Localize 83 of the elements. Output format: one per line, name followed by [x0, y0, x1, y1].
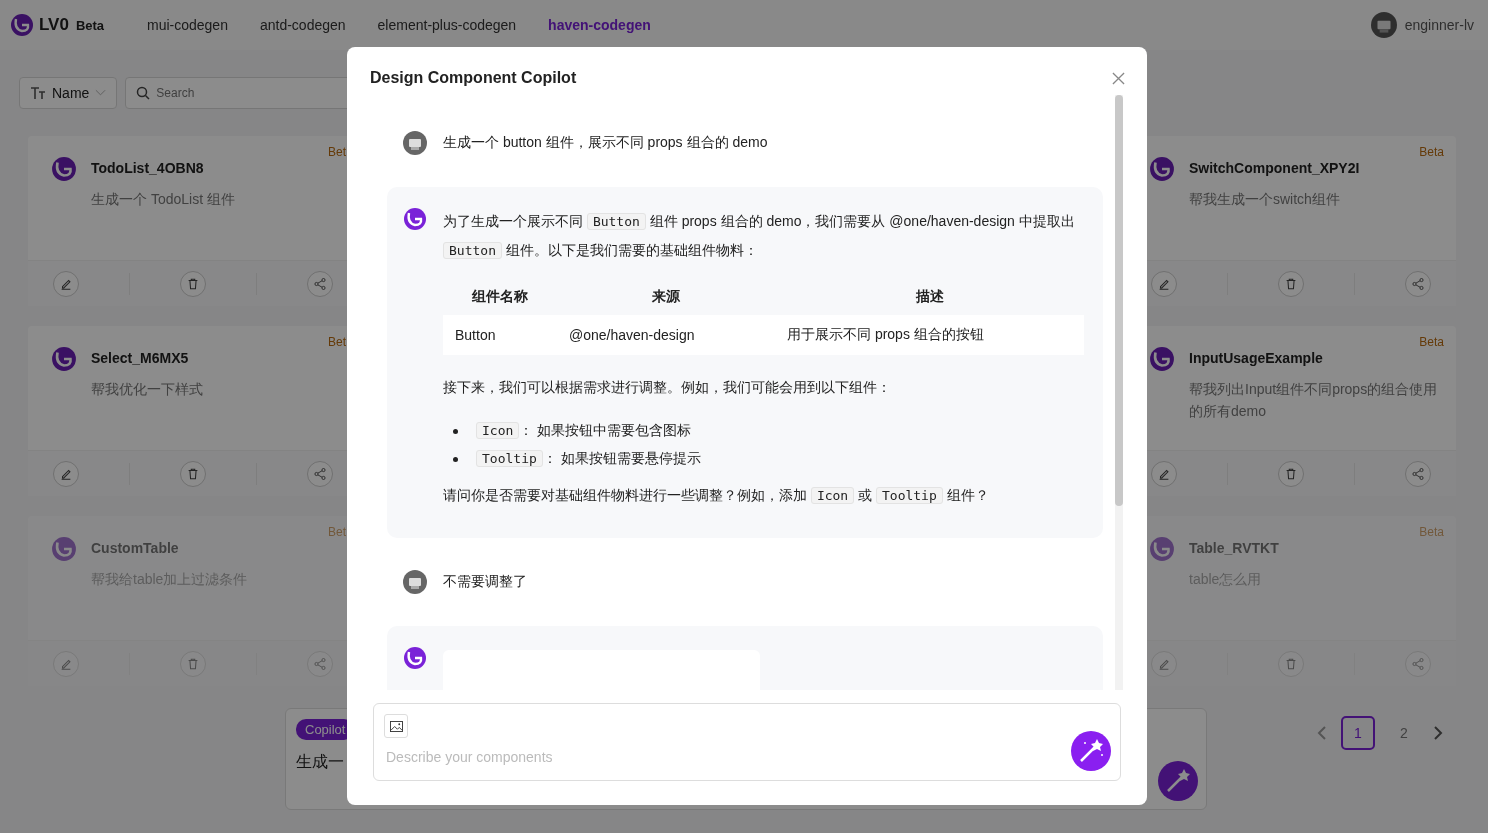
share-icon — [313, 466, 327, 481]
share-icon — [1411, 276, 1425, 291]
chevron-down-icon — [95, 89, 107, 97]
brand-name: LV0 — [39, 15, 69, 35]
delete-button[interactable] — [180, 270, 206, 297]
logo-icon — [51, 346, 77, 372]
delete-button[interactable] — [180, 460, 206, 487]
delete-button[interactable] — [1278, 270, 1304, 297]
user-avatar — [403, 570, 427, 594]
card-description: 生成一个 TodoList 组件 — [91, 190, 236, 209]
beta-tag: Bet — [328, 525, 346, 539]
nav-tab[interactable]: antd-codegen — [259, 17, 346, 33]
trash-icon — [186, 276, 200, 291]
share-button[interactable] — [1405, 460, 1431, 487]
message-text: 不需要调整了 — [443, 573, 527, 591]
edit-button[interactable] — [53, 460, 79, 487]
logo-icon — [403, 207, 427, 231]
card-title: InputUsageExample — [1189, 350, 1324, 366]
beta-tag: Beta — [1419, 335, 1444, 349]
message-text: 接下来，我们可以根据需求进行调整。例如，我们可能会用到以下组件： — [443, 378, 892, 397]
message-text: 请问你是否需要对基础组件物料进行一些调整？例如，添加 Icon 或 Tooltip 组件？ — [443, 486, 990, 506]
nav-tab[interactable]: mui-codegen — [147, 17, 228, 33]
share-button[interactable] — [307, 460, 333, 487]
card-description: 帮我列出Input组件不同props的组合使用的所有demo — [1189, 380, 1439, 421]
search-icon — [136, 86, 151, 100]
page-button[interactable]: 1 — [1341, 716, 1375, 750]
beta-tag: Beta — [1419, 525, 1444, 539]
card-title: Table_RVTKT — [1189, 540, 1280, 556]
text-type-icon — [30, 86, 46, 100]
card-title: CustomTable — [91, 540, 180, 556]
edit-button[interactable] — [53, 270, 79, 297]
trash-icon — [1284, 276, 1298, 291]
generate-button[interactable] — [1158, 761, 1198, 801]
share-icon — [1411, 466, 1425, 481]
scrollbar[interactable] — [1115, 95, 1123, 690]
user-avatar[interactable] — [1370, 12, 1397, 38]
card-description: 帮我优化一下样式 — [91, 380, 204, 399]
logo-icon — [403, 646, 427, 670]
card-title: SwitchComponent_XPY2I — [1189, 160, 1361, 176]
card-description: 帮我生成一个switch组件 — [1189, 190, 1341, 209]
image-upload-button[interactable] — [384, 714, 408, 738]
list-item: Tooltip ： 如果按钮需要悬停提示 — [476, 450, 701, 468]
trash-icon — [1284, 466, 1298, 481]
share-button[interactable] — [307, 270, 333, 297]
logo-icon — [1149, 346, 1175, 372]
column-header: 来源 — [557, 279, 775, 315]
share-button[interactable] — [1405, 270, 1431, 297]
nav-tab[interactable]: haven-codegen — [548, 17, 651, 33]
generate-button[interactable] — [1071, 731, 1111, 771]
table-cell: Button — [443, 315, 557, 355]
share-icon — [313, 276, 327, 291]
column-header: 组件名称 — [443, 279, 557, 315]
card-title: TodoList_4OBN8 — [91, 160, 205, 176]
beta-tag: Beta — [1419, 145, 1444, 159]
user-name: enginner-lv — [1404, 17, 1474, 33]
card-title: Select_M6MX5 — [91, 350, 190, 366]
list-item: Icon ： 如果按钮中需要包含图标 — [476, 422, 692, 440]
close-icon[interactable] — [1112, 71, 1125, 85]
chevron-left-icon[interactable] — [1317, 726, 1327, 740]
beta-tag: Bet — [328, 335, 346, 349]
field-select[interactable]: Name — [19, 77, 118, 109]
bullet-icon — [453, 428, 458, 434]
trash-icon — [186, 466, 200, 481]
image-icon — [389, 720, 403, 732]
table-cell: @one/haven-design — [557, 315, 775, 355]
logo-icon — [10, 13, 34, 37]
column-header: 描述 — [775, 279, 1084, 315]
edit-button[interactable] — [1151, 460, 1177, 487]
delete-button[interactable] — [1278, 460, 1304, 487]
chevron-right-icon[interactable] — [1433, 726, 1443, 740]
user-avatar — [403, 131, 427, 155]
message-text: 生成一个 button 组件，展示不同 props 组合的 demo — [443, 134, 768, 152]
beta-label: Beta — [75, 17, 105, 33]
bullet-icon — [453, 456, 458, 462]
nav-tab[interactable]: element-plus-codegen — [377, 17, 517, 33]
logo-icon — [51, 156, 77, 182]
beta-tag: Bet — [328, 145, 346, 159]
edit-button[interactable] — [1151, 270, 1177, 297]
logo-icon — [1149, 156, 1175, 182]
page-button[interactable]: 2 — [1389, 718, 1419, 748]
table-cell: 用于展示不同 props 组合的按钮 — [775, 315, 1084, 355]
prompt-text: 生成一 — [296, 752, 344, 772]
message-text: 为了生成一个展示不同 Button 组件 props 组合的 demo，我们需要从 @one/haven-design 中提取出 Button 组件。以下是我们需要的基础组件物料： — [443, 212, 1076, 261]
